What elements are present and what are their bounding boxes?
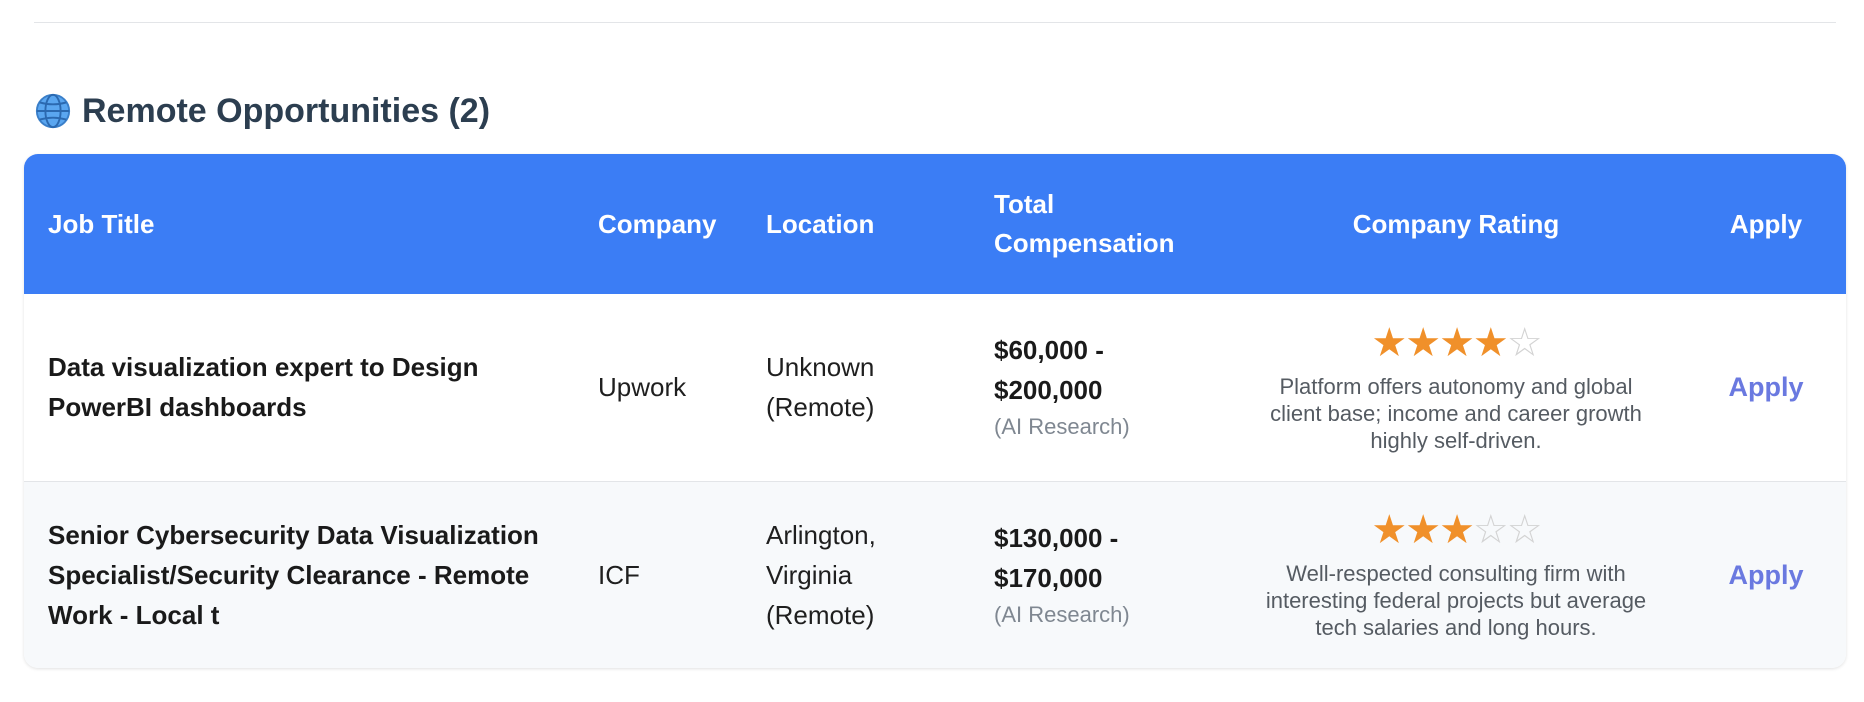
star-filled-icon: ★ — [1405, 508, 1441, 553]
job-title-cell: Data visualization expert to Design Powe… — [48, 352, 479, 423]
apply-link[interactable]: Apply — [1728, 560, 1803, 590]
star-empty-icon: ☆ — [1472, 508, 1509, 553]
star-filled-icon: ★ — [1439, 320, 1475, 365]
star-rating: ★★★★☆ — [1250, 321, 1662, 365]
compensation-cell: $60,000 - $200,000 (AI Research) — [970, 294, 1226, 481]
star-empty-icon: ☆ — [1506, 508, 1543, 553]
section-title: Remote Opportunities (2) — [82, 91, 491, 130]
company-cell: ICF — [574, 480, 742, 668]
rating-description: Platform offers autonomy and global clie… — [1270, 373, 1642, 453]
location-cell: Arlington, Virginia (Remote) — [742, 480, 970, 668]
star-rating: ★★★☆☆ — [1250, 508, 1662, 552]
section-heading: Remote Opportunities (2) — [34, 86, 490, 136]
header-company-rating: Company Rating — [1352, 208, 1560, 239]
apply-cell: Apply — [1686, 480, 1846, 668]
rating-cell: ★★★★☆ Platform offers autonomy and globa… — [1226, 294, 1686, 481]
header-compensation: Total Compensation — [994, 189, 1175, 258]
rating-description: Well-respected consulting firm with inte… — [1265, 561, 1647, 641]
header-apply: Apply — [1729, 208, 1803, 239]
star-empty-icon: ☆ — [1506, 320, 1543, 365]
compensation-range: $60,000 - $200,000 — [994, 335, 1104, 406]
compensation-range: $130,000 - $170,000 — [994, 522, 1119, 593]
globe-icon — [35, 93, 71, 129]
table-header: Job Title Company Location Total Compens… — [24, 154, 1846, 294]
star-filled-icon: ★ — [1405, 320, 1441, 365]
company-cell: Upwork — [598, 372, 687, 403]
jobs-table: Job Title Company Location Total Compens… — [24, 154, 1846, 668]
star-filled-icon: ★ — [1371, 320, 1407, 365]
header-job-title: Job Title — [48, 208, 155, 239]
table-row: Senior Cybersecurity Data Visualization … — [24, 480, 1846, 668]
compensation-cell: $130,000 - $170,000 (AI Research) — [970, 480, 1226, 668]
header-company: Company — [598, 208, 717, 239]
top-divider — [34, 22, 1836, 23]
table-row: Data visualization expert to Design Powe… — [24, 294, 1846, 481]
header-location: Location — [766, 208, 875, 239]
job-title-cell: Senior Cybersecurity Data Visualization … — [24, 480, 574, 668]
location-cell: Unknown (Remote) — [766, 352, 875, 423]
star-filled-icon: ★ — [1472, 320, 1509, 365]
compensation-source: (AI Research) — [994, 601, 1130, 627]
compensation-source: (AI Research) — [994, 414, 1130, 440]
apply-link[interactable]: Apply — [1728, 372, 1803, 402]
star-filled-icon: ★ — [1371, 508, 1407, 553]
star-filled-icon: ★ — [1439, 508, 1475, 553]
apply-cell: Apply — [1686, 294, 1846, 481]
rating-cell: ★★★☆☆ Well-respected consulting firm wit… — [1226, 480, 1686, 668]
